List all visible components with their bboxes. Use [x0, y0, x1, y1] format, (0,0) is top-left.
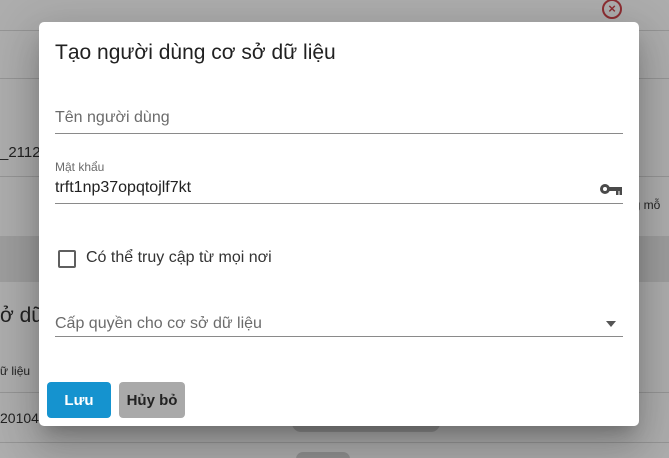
password-field[interactable]: Mật khẩu trft1np37opqtojlf7kt	[55, 158, 623, 206]
field-underline	[55, 133, 623, 134]
field-underline	[55, 336, 623, 337]
dropdown-arrow-icon[interactable]	[606, 321, 616, 327]
grant-db-placeholder: Cấp quyền cho cơ sở dữ liệu	[55, 315, 262, 332]
grant-db-select[interactable]: Cấp quyền cho cơ sở dữ liệu	[55, 308, 623, 338]
username-field[interactable]: Tên người dùng	[55, 102, 623, 135]
field-underline	[55, 203, 623, 204]
save-button[interactable]: Lưu	[47, 382, 111, 418]
access-anywhere-checkbox[interactable]	[58, 250, 76, 268]
password-input[interactable]: trft1np37opqtojlf7kt	[55, 179, 191, 197]
username-placeholder: Tên người dùng	[55, 109, 170, 126]
access-anywhere-label[interactable]: Có thể truy cập từ mọi nơi	[86, 249, 272, 267]
cancel-button[interactable]: Hủy bỏ	[119, 382, 185, 418]
key-icon[interactable]	[599, 182, 623, 196]
create-db-user-dialog: Tạo người dùng cơ sở dữ liệu Tên người d…	[39, 22, 639, 426]
password-label: Mật khẩu	[55, 160, 105, 174]
dialog-title: Tạo người dùng cơ sở dữ liệu	[55, 41, 336, 64]
